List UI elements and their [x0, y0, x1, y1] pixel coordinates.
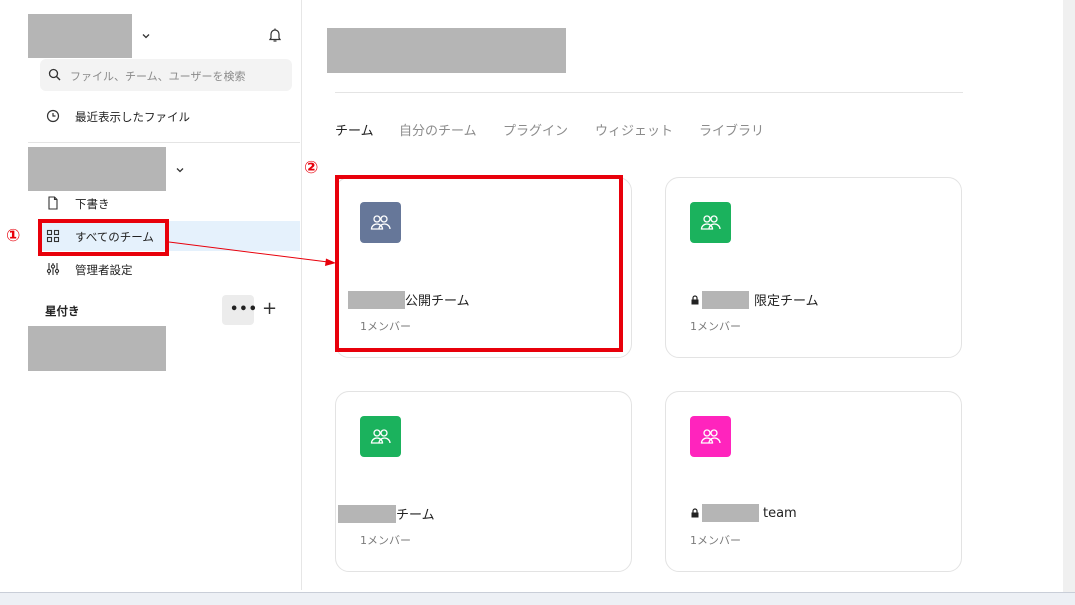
team-card-3[interactable]: チーム 1メンバー	[335, 391, 632, 572]
organization-name-redacted[interactable]	[28, 147, 166, 191]
chevron-down-icon[interactable]	[174, 164, 186, 176]
redacted-prefix	[702, 290, 749, 309]
tab-teams[interactable]: チーム	[335, 120, 374, 139]
team-name: チーム	[338, 504, 435, 523]
annotation-step-2: ②	[304, 158, 319, 178]
lock-icon	[691, 294, 699, 304]
tab-widgets[interactable]: ウィジェット	[595, 120, 673, 139]
favorites-heading: 星付き	[45, 304, 80, 318]
team-avatar	[690, 202, 731, 243]
status-bar	[0, 592, 1075, 605]
tab-plugins[interactable]: プラグイン	[503, 120, 568, 139]
sliders-icon	[46, 263, 60, 275]
sidebar-item-drafts[interactable]: 下書き	[40, 188, 300, 218]
page-title-redacted	[327, 28, 566, 73]
team-name-text: team	[763, 505, 797, 521]
favorite-item-redacted[interactable]	[28, 326, 166, 371]
sidebar-item-label: 下書き	[75, 197, 110, 211]
search-icon	[48, 68, 61, 81]
more-options-button[interactable]: •••	[222, 295, 257, 325]
annotation-highlight-1	[38, 219, 169, 256]
team-avatar	[690, 416, 731, 457]
sidebar-item-label: 管理者設定	[75, 263, 133, 277]
add-favorite-button[interactable]: +	[262, 300, 280, 320]
team-icon	[700, 429, 721, 444]
bell-icon[interactable]	[266, 26, 284, 44]
team-name-text: 限定チーム	[754, 294, 819, 309]
search-input[interactable]: ファイル、チーム、ユーザーを検索	[40, 59, 292, 91]
sidebar-item-label: 最近表示したファイル	[75, 110, 190, 124]
member-count: 1メンバー	[690, 320, 741, 333]
workspace-name-redacted[interactable]	[28, 14, 132, 58]
annotation-highlight-2	[335, 175, 623, 352]
annotation-step-1: ①	[6, 226, 21, 246]
search-placeholder: ファイル、チーム、ユーザーを検索	[70, 70, 246, 83]
team-icon	[700, 215, 721, 230]
member-count: 1メンバー	[690, 534, 741, 547]
sidebar-item-recent[interactable]: 最近表示したファイル	[40, 101, 300, 131]
redacted-prefix	[702, 504, 759, 522]
scrollbar[interactable]	[1063, 0, 1075, 605]
sidebar-item-admin-settings[interactable]: 管理者設定	[40, 254, 300, 284]
sidebar: ファイル、チーム、ユーザーを検索 最近表示したファイル 下書き すべてのチーム …	[0, 0, 302, 590]
team-icon	[370, 429, 391, 444]
team-name-text: チーム	[396, 508, 435, 523]
lock-icon	[691, 508, 699, 518]
team-name: team	[690, 504, 797, 522]
team-name: 限定チーム	[690, 290, 819, 309]
tab-library[interactable]: ライブラリ	[699, 120, 764, 139]
document-icon	[48, 196, 58, 210]
more-label: •••	[230, 302, 258, 317]
chevron-down-icon[interactable]	[140, 30, 152, 42]
team-card-limited[interactable]: 限定チーム 1メンバー	[665, 177, 962, 358]
clock-icon	[46, 109, 60, 123]
redacted-prefix	[338, 504, 396, 523]
divider	[28, 142, 300, 143]
team-avatar	[360, 416, 401, 457]
divider	[335, 92, 963, 93]
member-count: 1メンバー	[360, 534, 411, 547]
team-card-4[interactable]: team 1メンバー	[665, 391, 962, 572]
tab-my-teams[interactable]: 自分のチーム	[399, 120, 477, 139]
